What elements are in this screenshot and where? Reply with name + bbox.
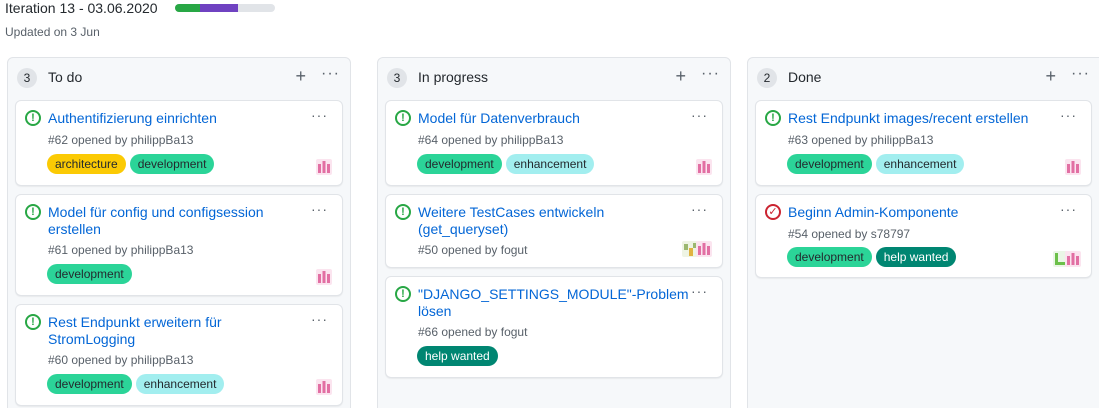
issue-card[interactable]: ✓ Beginn Admin-Komponente ··· #54 opened… (755, 194, 1092, 278)
label-help-wanted[interactable]: help wanted (417, 346, 498, 366)
column-header: 2 Done + ··· (748, 58, 1099, 98)
label-list: development help wanted (787, 247, 957, 267)
issue-card[interactable]: ! Weitere TestCases entwickeln (get_quer… (385, 194, 723, 268)
column-title: In progress (418, 69, 489, 85)
label-development[interactable]: development (417, 154, 502, 174)
card-menu-icon[interactable]: ··· (1060, 107, 1077, 123)
kebab-horizontal-icon[interactable]: ··· (1071, 66, 1090, 82)
assignee-avatar[interactable] (694, 157, 714, 177)
label-development[interactable]: development (787, 247, 872, 267)
card-menu-icon[interactable]: ··· (691, 107, 708, 123)
assignee-avatar[interactable] (1063, 249, 1083, 269)
card-menu-icon[interactable]: ··· (311, 201, 328, 217)
assignee-avatar[interactable] (314, 157, 334, 177)
label-list: architecture development (47, 154, 215, 174)
label-enhancement[interactable]: enhancement (875, 154, 965, 174)
issue-card[interactable]: ! Rest Endpunkt images/recent erstellen … (755, 100, 1092, 186)
card-count-badge: 3 (17, 68, 37, 88)
issue-title-link[interactable]: Rest Endpunkt images/recent erstellen (788, 110, 1061, 127)
assignee-avatar[interactable] (1063, 157, 1083, 177)
column-title: To do (48, 69, 83, 85)
assignee-avatar[interactable] (314, 377, 334, 397)
label-development[interactable]: development (47, 374, 132, 394)
label-development[interactable]: development (787, 154, 872, 174)
progress-done-segment (175, 4, 200, 12)
issue-title-link[interactable]: Beginn Admin-Komponente (788, 204, 1061, 221)
column-header: 3 To do + ··· (8, 58, 350, 98)
issue-closed-icon: ✓ (765, 204, 781, 220)
label-enhancement[interactable]: enhancement (505, 154, 595, 174)
label-list: help wanted (417, 346, 498, 366)
card-menu-icon[interactable]: ··· (311, 311, 328, 327)
issue-title-link[interactable]: "DJANGO_SETTINGS_MODULE"-Problem lösen (418, 286, 692, 320)
plus-icon[interactable]: + (1045, 67, 1056, 85)
issue-title-link[interactable]: Rest Endpunkt erweitern für StromLogging (48, 314, 312, 348)
card-menu-icon[interactable]: ··· (691, 201, 708, 217)
plus-icon[interactable]: + (675, 67, 686, 85)
label-list: development enhancement (47, 374, 225, 394)
column-done: 2 Done + ··· ! Rest Endpunkt images/rece… (747, 57, 1099, 408)
issue-opened-icon: ! (395, 204, 411, 220)
assignee-avatar[interactable] (314, 267, 334, 287)
issue-card[interactable]: ! Model für Datenverbrauch ··· #64 opene… (385, 100, 723, 186)
label-enhancement[interactable]: enhancement (135, 374, 225, 394)
card-menu-icon[interactable]: ··· (311, 107, 328, 123)
label-development[interactable]: development (129, 154, 215, 174)
issue-title-link[interactable]: Model für Datenverbrauch (418, 110, 692, 127)
label-architecture[interactable]: architecture (47, 154, 126, 174)
card-menu-icon[interactable]: ··· (1060, 201, 1077, 217)
issue-meta: #64 opened by philippBa13 (418, 133, 564, 147)
plus-icon[interactable]: + (295, 67, 306, 85)
progress-in-progress-segment (200, 4, 238, 12)
iteration-progress-bar (175, 4, 275, 12)
issue-title-link[interactable]: Weitere TestCases entwickeln (get_querys… (418, 204, 692, 238)
updated-date: Updated on 3 Jun (5, 25, 100, 39)
label-list: development enhancement (417, 154, 595, 174)
column-title: Done (788, 69, 822, 85)
issue-title-link[interactable]: Authentifizierung einrichten (48, 110, 312, 127)
kebab-horizontal-icon[interactable]: ··· (701, 66, 720, 82)
issue-meta: #50 opened by fogut (418, 243, 528, 257)
label-list: development enhancement (787, 154, 965, 174)
issue-opened-icon: ! (25, 110, 41, 126)
column-in-progress: 3 In progress + ··· ! Model für Datenver… (377, 57, 731, 408)
issue-card[interactable]: ! Rest Endpunkt erweitern für StromLoggi… (15, 304, 343, 406)
card-count-badge: 3 (387, 68, 407, 88)
issue-opened-icon: ! (25, 314, 41, 330)
issue-meta: #61 opened by philippBa13 (48, 243, 194, 257)
label-list: development (47, 264, 132, 284)
issue-opened-icon: ! (765, 110, 781, 126)
column-to-do: 3 To do + ··· ! Authentifizierung einric… (7, 57, 351, 408)
issue-meta: #62 opened by philippBa13 (48, 133, 194, 147)
issue-title-link[interactable]: Model für config und configsession erste… (48, 204, 312, 238)
iteration-title: Iteration 13 - 03.06.2020 (5, 0, 158, 16)
issue-card[interactable]: ! Model für config und configsession ers… (15, 194, 343, 296)
issue-meta: #60 opened by philippBa13 (48, 353, 194, 367)
column-header: 3 In progress + ··· (378, 58, 730, 98)
issue-opened-icon: ! (395, 286, 411, 302)
issue-opened-icon: ! (25, 204, 41, 220)
issue-card[interactable]: ! Authentifizierung einrichten ··· #62 o… (15, 100, 343, 186)
card-count-badge: 2 (757, 68, 777, 88)
issue-opened-icon: ! (395, 110, 411, 126)
kebab-horizontal-icon[interactable]: ··· (321, 66, 340, 82)
label-help-wanted[interactable]: help wanted (875, 247, 957, 267)
issue-meta: #54 opened by s78797 (788, 227, 911, 241)
card-menu-icon[interactable]: ··· (691, 283, 708, 299)
assignee-avatar[interactable] (694, 239, 714, 259)
issue-card[interactable]: ! "DJANGO_SETTINGS_MODULE"-Problem lösen… (385, 276, 723, 378)
issue-meta: #63 opened by philippBa13 (788, 133, 934, 147)
issue-meta: #66 opened by fogut (418, 325, 528, 339)
label-development[interactable]: development (47, 264, 132, 284)
